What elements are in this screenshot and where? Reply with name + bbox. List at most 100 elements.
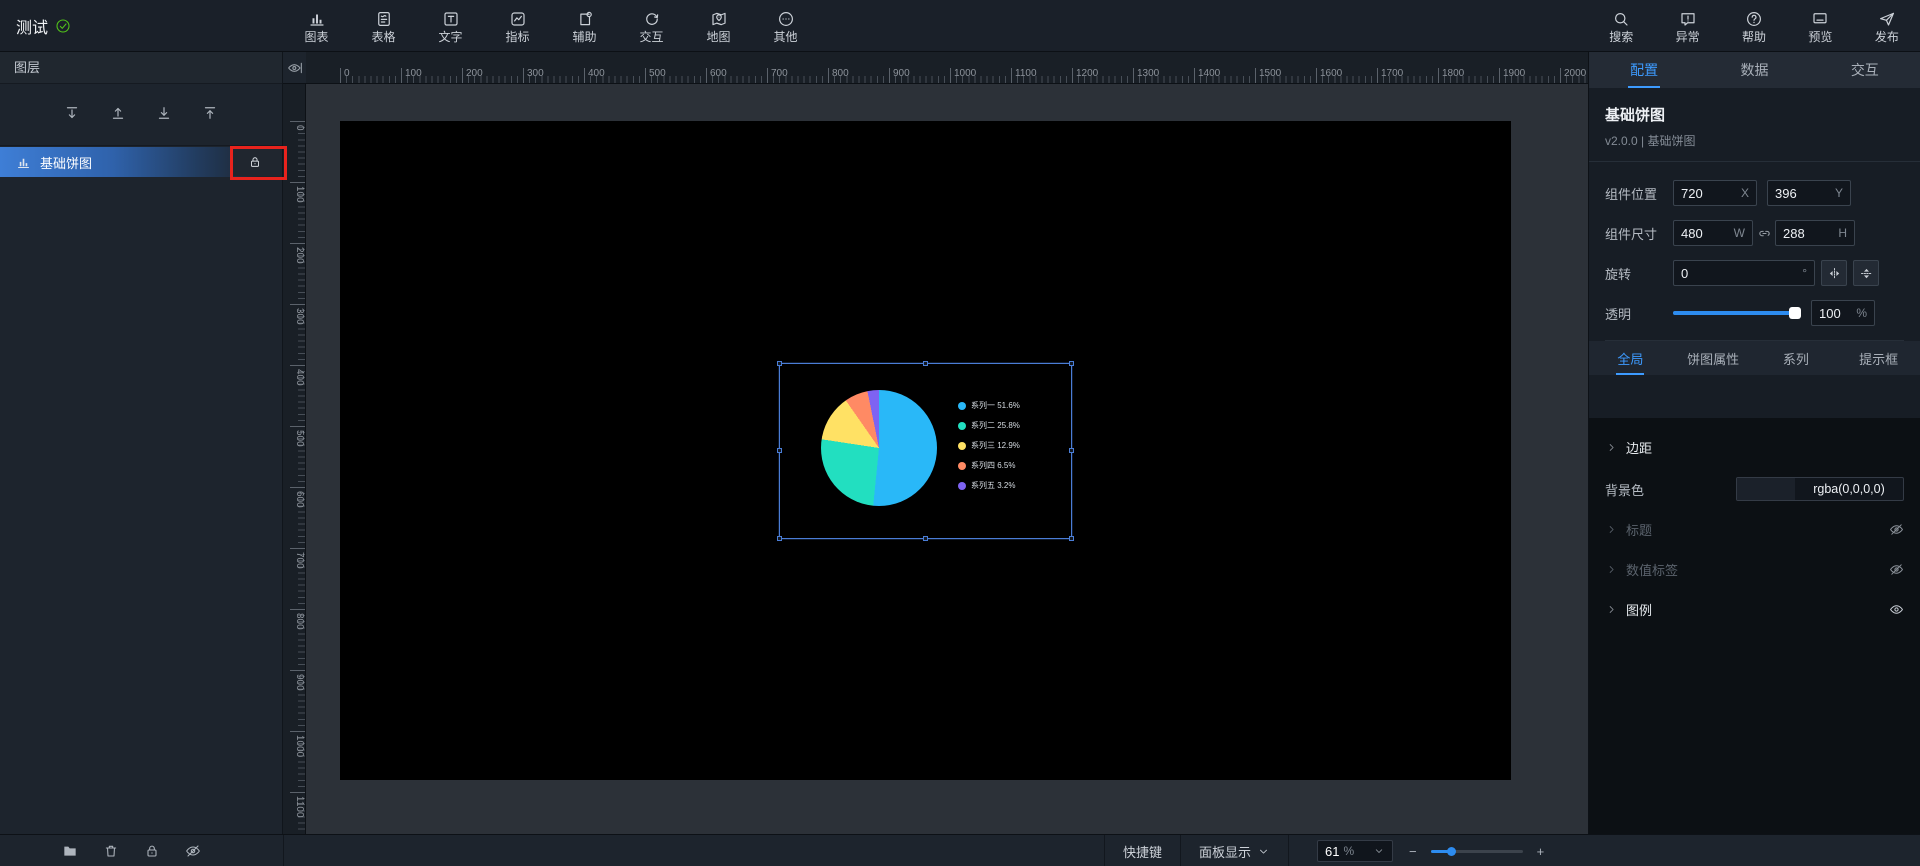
resize-handle-w[interactable] bbox=[777, 448, 782, 453]
toolbar-item-interaction[interactable]: 交互 bbox=[618, 0, 685, 52]
header-actions: 搜索 异常 帮助 预览 发布 bbox=[1588, 0, 1920, 52]
table-icon bbox=[375, 10, 393, 28]
resize-handle-nw[interactable] bbox=[777, 361, 782, 366]
size-w-field[interactable]: W bbox=[1673, 220, 1753, 246]
flip-vertical-button[interactable] bbox=[1853, 260, 1879, 286]
ruler-corner-toggle[interactable] bbox=[283, 52, 306, 84]
send-to-back-button[interactable] bbox=[61, 102, 83, 127]
slider-handle[interactable] bbox=[1446, 847, 1456, 856]
move-down-button[interactable] bbox=[153, 102, 175, 127]
rotation-input[interactable] bbox=[1681, 265, 1799, 281]
margin-section[interactable]: 边距 bbox=[1605, 430, 1904, 464]
zoom-out-button[interactable]: − bbox=[1409, 844, 1417, 859]
trash-icon[interactable] bbox=[103, 843, 119, 859]
position-x-field[interactable]: X bbox=[1673, 180, 1757, 206]
section-row[interactable]: 图例 bbox=[1605, 592, 1904, 626]
toolbar-item-indicator[interactable]: 指标 bbox=[484, 0, 551, 52]
resize-handle-sw[interactable] bbox=[777, 536, 782, 541]
sub-tab[interactable]: 提示框 bbox=[1837, 341, 1920, 375]
search-icon bbox=[1612, 10, 1630, 28]
action-search[interactable]: 搜索 bbox=[1588, 0, 1654, 52]
section-row[interactable]: 数值标签 bbox=[1605, 552, 1904, 586]
resize-handle-e[interactable] bbox=[1069, 448, 1074, 453]
action-preview[interactable]: 预览 bbox=[1787, 0, 1853, 52]
toolbar-item-table[interactable]: 表格 bbox=[350, 0, 417, 52]
sub-tab[interactable]: 饼图属性 bbox=[1672, 341, 1755, 375]
panel-display-label: 面板显示 bbox=[1199, 844, 1252, 860]
publish-icon bbox=[1878, 10, 1896, 28]
toolbar-item-label: 表格 bbox=[371, 29, 396, 44]
action-help[interactable]: 帮助 bbox=[1721, 0, 1787, 52]
zoom-slider[interactable] bbox=[1430, 835, 1523, 866]
indicator-icon bbox=[509, 10, 527, 28]
size-h-input[interactable] bbox=[1783, 225, 1835, 241]
eye-off-icon[interactable] bbox=[1889, 562, 1904, 577]
eye-icon[interactable] bbox=[1889, 602, 1904, 617]
opacity-field[interactable]: % bbox=[1811, 300, 1875, 326]
toolbar-item-label: 指标 bbox=[505, 29, 530, 44]
size-w-input[interactable] bbox=[1681, 225, 1730, 241]
opacity-slider[interactable] bbox=[1673, 300, 1801, 326]
size-h-field[interactable]: H bbox=[1775, 220, 1855, 246]
layer-lock-button[interactable] bbox=[230, 148, 280, 176]
more-icon bbox=[777, 10, 795, 28]
position-y-field[interactable]: Y bbox=[1767, 180, 1851, 206]
selected-component-pie-chart[interactable]: 系列一 51.6% 系列二 25.8% 系列三 12.9% 系列四 6.5% 系列五 3… bbox=[777, 361, 1074, 541]
shortcuts-button[interactable]: 快捷键 bbox=[1104, 835, 1182, 866]
slider-handle[interactable] bbox=[1789, 307, 1801, 319]
ruler-tick-label: 600 bbox=[706, 68, 727, 83]
canvas-viewport[interactable]: 系列一 51.6% 系列二 25.8% 系列三 12.9% 系列四 6.5% 系列五 3… bbox=[306, 84, 1588, 834]
ruler-tick-label: 1400 bbox=[1194, 68, 1220, 83]
config-tab-inactive[interactable]: 交互 bbox=[1810, 52, 1920, 88]
global-settings: 边距 背景色 rgba(0,0,0,0) 标题 数值标签 图例 bbox=[1589, 418, 1920, 834]
background-color-picker[interactable]: rgba(0,0,0,0) bbox=[1736, 477, 1904, 501]
ruler-tick-label: 300 bbox=[523, 68, 544, 83]
ruler-tick-label: 100 bbox=[290, 182, 305, 203]
panel-display-button[interactable]: 面板显示 bbox=[1181, 835, 1290, 866]
section-row[interactable]: 标题 bbox=[1605, 512, 1904, 546]
sub-tab[interactable]: 系列 bbox=[1755, 341, 1838, 375]
toolbar-item-text[interactable]: 文字 bbox=[417, 0, 484, 52]
action-alert[interactable]: 异常 bbox=[1654, 0, 1720, 52]
zoom-in-button[interactable]: + bbox=[1537, 844, 1545, 859]
rotation-field[interactable]: ° bbox=[1673, 260, 1815, 286]
eye-off-icon[interactable] bbox=[1889, 522, 1904, 537]
lock-icon[interactable] bbox=[144, 843, 160, 859]
layer-item[interactable]: 基础饼图 bbox=[0, 147, 282, 177]
toolbar-item-map[interactable]: 地图 bbox=[685, 0, 752, 52]
move-up-button[interactable] bbox=[199, 102, 221, 127]
dashboard-screen[interactable]: 系列一 51.6% 系列二 25.8% 系列三 12.9% 系列四 6.5% 系列五 3… bbox=[340, 121, 1511, 780]
resize-handle-se[interactable] bbox=[1069, 536, 1074, 541]
sub-tab[interactable]: 全局 bbox=[1589, 341, 1672, 375]
folder-icon[interactable] bbox=[62, 843, 78, 859]
position-y-input[interactable] bbox=[1775, 185, 1831, 201]
toolbar-item-bar-chart[interactable]: 图表 bbox=[283, 0, 350, 52]
config-sub-tabs: 全局 饼图属性 系列 提示框 bbox=[1589, 341, 1920, 375]
opacity-input[interactable] bbox=[1819, 305, 1853, 321]
chart-sections: 标题 数值标签 图例 bbox=[1605, 512, 1904, 626]
lock-icon bbox=[248, 155, 262, 169]
link-size-icon[interactable] bbox=[1755, 226, 1773, 241]
ruler-tick-label: 500 bbox=[290, 426, 305, 447]
action-publish[interactable]: 发布 bbox=[1854, 0, 1920, 52]
resize-handle-s[interactable] bbox=[922, 536, 928, 541]
ruler-tick-label: 1300 bbox=[1133, 68, 1159, 83]
config-tab-inactive[interactable]: 数据 bbox=[1699, 52, 1809, 88]
ruler-tick-label: 400 bbox=[290, 365, 305, 386]
config-tab-active[interactable]: 配置 bbox=[1589, 52, 1699, 88]
eye-off-icon[interactable] bbox=[185, 843, 201, 859]
rotation-label: 旋转 bbox=[1605, 266, 1632, 282]
action-label: 预览 bbox=[1808, 29, 1833, 44]
resize-handle-ne[interactable] bbox=[1069, 361, 1074, 366]
flip-horizontal-button[interactable] bbox=[1821, 260, 1847, 286]
position-x-input[interactable] bbox=[1681, 185, 1737, 201]
shortcuts-label: 快捷键 bbox=[1123, 844, 1163, 860]
ruler-tick-label: 900 bbox=[290, 670, 305, 691]
zoom-select[interactable]: 61 % bbox=[1317, 840, 1394, 862]
resize-handle-n[interactable] bbox=[922, 361, 928, 366]
toolbar-item-more[interactable]: 其他 bbox=[752, 0, 819, 52]
bring-to-front-button[interactable] bbox=[107, 102, 129, 127]
action-label: 异常 bbox=[1675, 29, 1700, 44]
toolbar-item-assist[interactable]: 辅助 bbox=[551, 0, 618, 52]
zoom-unit: % bbox=[1343, 844, 1355, 858]
